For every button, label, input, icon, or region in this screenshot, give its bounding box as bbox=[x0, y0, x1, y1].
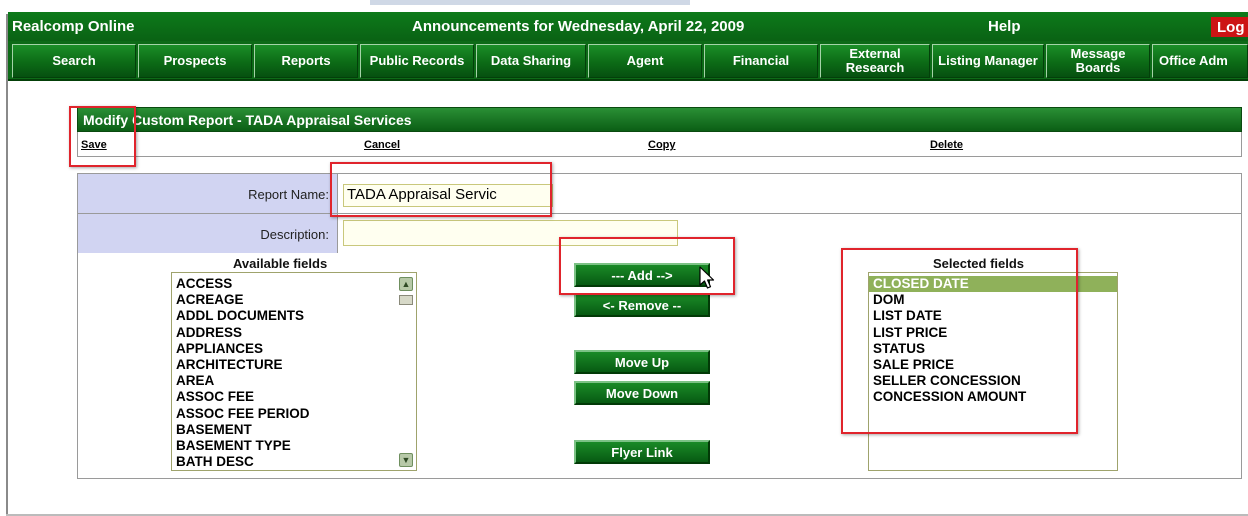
list-item[interactable]: BASEMENT TYPE bbox=[172, 438, 416, 454]
list-item[interactable]: BASEMENT bbox=[172, 422, 416, 438]
copy-link[interactable]: Copy bbox=[648, 139, 676, 151]
flyer-link-button[interactable]: Flyer Link bbox=[574, 440, 710, 464]
list-item[interactable]: ASSOC FEE PERIOD bbox=[172, 406, 416, 422]
move-up-button[interactable]: Move Up bbox=[574, 350, 710, 374]
window-frame-left bbox=[6, 14, 8, 516]
list-item[interactable]: ADDRESS bbox=[172, 325, 416, 341]
panel-title: Modify Custom Report - TADA Appraisal Se… bbox=[77, 107, 1242, 132]
nav-message-boards[interactable]: Message Boards bbox=[1046, 44, 1150, 78]
selected-fields-highlight-box bbox=[841, 248, 1078, 434]
description-label-cell: Description: bbox=[78, 214, 338, 253]
logout-button[interactable]: Log bbox=[1211, 17, 1248, 37]
announcements-link[interactable]: Announcements for Wednesday, April 22, 2… bbox=[412, 18, 744, 35]
description-label: Description: bbox=[260, 227, 329, 242]
main-nav: Search Prospects Reports Public Records … bbox=[8, 41, 1248, 81]
report-name-label: Report Name: bbox=[248, 187, 329, 202]
move-down-button[interactable]: Move Down bbox=[574, 381, 710, 405]
nav-search[interactable]: Search bbox=[12, 44, 136, 78]
scroll-down-icon[interactable]: ▼ bbox=[399, 453, 413, 467]
mouse-pointer-icon bbox=[699, 266, 715, 289]
nav-listing-manager[interactable]: Listing Manager bbox=[932, 44, 1044, 78]
nav-external-research[interactable]: External Research bbox=[820, 44, 930, 78]
cancel-link[interactable]: Cancel bbox=[364, 139, 400, 151]
scrollbar-thumb[interactable] bbox=[399, 295, 413, 305]
report-name-row: Report Name: TADA Appraisal Servic bbox=[77, 173, 1242, 214]
nav-data-sharing[interactable]: Data Sharing bbox=[476, 44, 586, 78]
list-item[interactable]: ACREAGE bbox=[172, 292, 416, 308]
report-name-label-cell: Report Name: bbox=[78, 174, 338, 213]
report-actions-bar: Save Cancel Copy Delete bbox=[77, 132, 1242, 157]
nav-office-admin[interactable]: Office Adm bbox=[1152, 44, 1248, 78]
help-link[interactable]: Help bbox=[988, 18, 1021, 35]
list-item[interactable]: BATH DESC bbox=[172, 454, 416, 470]
nav-agent[interactable]: Agent bbox=[588, 44, 702, 78]
nav-public-records[interactable]: Public Records bbox=[360, 44, 474, 78]
list-item[interactable]: APPLIANCES bbox=[172, 341, 416, 357]
available-fields-list[interactable]: ACCESS ACREAGE ADDL DOCUMENTS ADDRESS AP… bbox=[171, 272, 417, 471]
available-fields-title: Available fields bbox=[233, 256, 328, 271]
delete-link[interactable]: Delete bbox=[930, 139, 963, 151]
nav-reports[interactable]: Reports bbox=[254, 44, 358, 78]
remove-button[interactable]: <- Remove -- bbox=[574, 293, 710, 317]
list-item[interactable]: ACCESS bbox=[172, 276, 416, 292]
nav-prospects[interactable]: Prospects bbox=[138, 44, 252, 78]
window-top-strip bbox=[370, 0, 690, 5]
nav-financial[interactable]: Financial bbox=[704, 44, 818, 78]
list-item[interactable]: ASSOC FEE bbox=[172, 389, 416, 405]
top-bar: Realcomp Online Announcements for Wednes… bbox=[8, 12, 1248, 41]
list-item[interactable]: ADDL DOCUMENTS bbox=[172, 308, 416, 324]
brand-title: Realcomp Online bbox=[12, 18, 135, 35]
scroll-up-icon[interactable]: ▲ bbox=[399, 277, 413, 291]
list-item[interactable]: ARCHITECTURE bbox=[172, 357, 416, 373]
save-highlight-box bbox=[69, 106, 136, 167]
list-item[interactable]: AREA bbox=[172, 373, 416, 389]
logout-label: Log bbox=[1217, 19, 1245, 36]
report-name-highlight-box bbox=[330, 162, 552, 217]
